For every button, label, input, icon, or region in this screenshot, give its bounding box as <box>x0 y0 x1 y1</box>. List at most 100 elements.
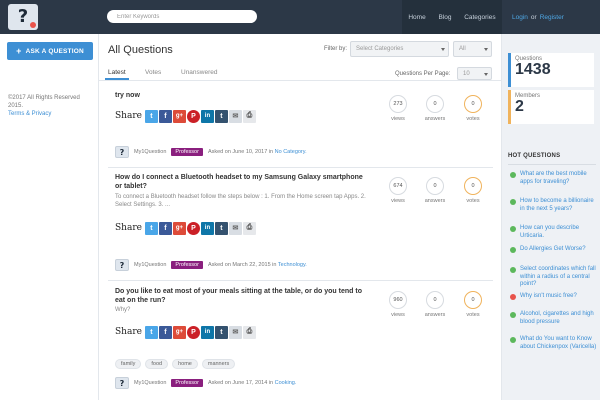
views-count: 674 <box>389 177 407 195</box>
email-icon[interactable]: ✉ <box>228 325 242 339</box>
tab-unanswered[interactable]: Unanswered <box>181 69 218 76</box>
twitter-icon[interactable]: t <box>144 325 158 339</box>
print-icon[interactable]: ⎙ <box>242 221 256 235</box>
register-link[interactable]: Register <box>540 14 564 21</box>
linkedin-icon[interactable]: in <box>200 109 214 123</box>
date-value: March 22, 2015 <box>232 262 271 268</box>
divider <box>108 167 493 168</box>
divider <box>508 164 596 165</box>
nav-categories[interactable]: Categories <box>464 14 495 21</box>
per-page-select[interactable]: 10 <box>457 67 492 80</box>
votes-count: 0 <box>464 291 482 309</box>
facebook-icon[interactable]: f <box>158 221 172 235</box>
email-icon[interactable]: ✉ <box>228 221 242 235</box>
pinterest-icon[interactable]: P <box>186 325 200 339</box>
print-icon[interactable]: ⎙ <box>242 109 256 123</box>
facebook-icon[interactable]: f <box>158 325 172 339</box>
answers-stat: 0 answers <box>420 291 450 318</box>
print-icon[interactable]: ⎙ <box>242 325 256 339</box>
votes-stat: 0 votes <box>458 177 488 204</box>
asked-on-label: Asked on <box>207 149 231 155</box>
asked-date: Asked on June 10, 2017 in No Category. <box>208 149 307 155</box>
asked-date: Asked on March 22, 2015 in Technology. <box>208 262 307 268</box>
answers-count: 0 <box>426 95 444 113</box>
avatar[interactable]: ? <box>115 377 129 389</box>
question-title[interactable]: try now <box>115 92 370 101</box>
hot-question-item[interactable]: What are the best mobile apps for travel… <box>510 171 598 186</box>
ask-question-button[interactable]: + ASK A QUESTION <box>7 42 93 60</box>
hot-question-item[interactable]: Why isn't music free? <box>510 293 598 301</box>
copyright: ©2017 All Rights Reserved 2015. Terms & … <box>8 94 96 118</box>
hot-question-text[interactable]: How to become a billionaire in the next … <box>520 198 598 213</box>
google-plus-icon[interactable]: g+ <box>172 221 186 235</box>
category-link[interactable]: Cooking. <box>275 380 297 386</box>
scope-select[interactable]: All <box>453 41 492 57</box>
share-bar: Share t f g+ P in t ✉ ⎙ <box>115 108 256 124</box>
terms-link[interactable]: Terms & Privacy <box>8 111 51 117</box>
tag-manners[interactable]: manners <box>201 359 236 369</box>
hot-question-text[interactable]: How can you describe Urticaria. <box>520 225 598 240</box>
category-select[interactable]: Select Categories <box>350 41 449 57</box>
chevron-down-icon <box>441 48 445 51</box>
votes-label: votes <box>466 116 480 122</box>
author-name[interactable]: My1Question <box>134 149 166 155</box>
hot-questions-title: HOT QUESTIONS <box>508 153 561 159</box>
linkedin-icon[interactable]: in <box>200 325 214 339</box>
tag-family[interactable]: family <box>115 359 142 369</box>
twitter-icon[interactable]: t <box>144 221 158 235</box>
tumblr-icon[interactable]: t <box>214 325 228 339</box>
linkedin-icon[interactable]: in <box>200 221 214 235</box>
nav-blog[interactable]: Blog <box>438 14 451 21</box>
hot-question-item[interactable]: Select coordinates which fall within a r… <box>510 266 598 289</box>
login-link[interactable]: Login <box>512 14 528 21</box>
category-link[interactable]: No Category. <box>275 149 307 155</box>
nav-home[interactable]: Home <box>408 14 425 21</box>
hot-question-text[interactable]: What are the best mobile apps for travel… <box>520 171 598 186</box>
per-page-label: Questions Per Page: <box>395 71 451 77</box>
avatar[interactable]: ? <box>115 259 129 271</box>
hot-question-text[interactable]: What do You want to Know about Chickenpo… <box>520 336 598 351</box>
tumblr-icon[interactable]: t <box>214 109 228 123</box>
tab-votes[interactable]: Votes <box>145 69 161 76</box>
share-label: Share <box>115 327 142 337</box>
hot-question-item[interactable]: How to become a billionaire in the next … <box>510 198 598 213</box>
asked-date: Asked on June 17, 2014 in Cooking. <box>208 380 296 386</box>
tab-latest[interactable]: Latest <box>105 69 129 80</box>
pinterest-icon[interactable]: P <box>186 221 200 235</box>
site-logo[interactable]: ? <box>8 4 38 30</box>
google-plus-icon[interactable]: g+ <box>172 109 186 123</box>
tag-food[interactable]: food <box>145 359 169 369</box>
question-mark-icon: ? <box>17 6 29 27</box>
questions-counter: Questions 1438 <box>508 53 594 87</box>
hot-question-text[interactable]: Do Allergies Get Worse? <box>520 246 586 254</box>
pinterest-icon[interactable]: P <box>186 109 200 123</box>
hot-question-text[interactable]: Select coordinates which fall within a r… <box>520 266 598 289</box>
votes-label: votes <box>466 198 480 204</box>
author-name[interactable]: My1Question <box>134 262 166 268</box>
tumblr-icon[interactable]: t <box>214 221 228 235</box>
question-title[interactable]: How do I connect a Bluetooth headset to … <box>115 174 370 191</box>
role-badge: Professor <box>171 379 203 387</box>
members-count: 2 <box>515 98 524 115</box>
author-name[interactable]: My1Question <box>134 380 166 386</box>
tag-home[interactable]: home <box>172 359 198 369</box>
hot-question-text[interactable]: Why isn't music free? <box>520 293 577 301</box>
google-plus-icon[interactable]: g+ <box>172 325 186 339</box>
hot-question-item[interactable]: How can you describe Urticaria. <box>510 225 598 240</box>
email-icon[interactable]: ✉ <box>228 109 242 123</box>
page-title: All Questions <box>108 44 173 56</box>
asked-on-label: Asked on <box>207 380 231 386</box>
questions-count: 1438 <box>515 61 551 78</box>
search-input[interactable] <box>107 10 257 23</box>
hot-question-item[interactable]: What do You want to Know about Chickenpo… <box>510 336 598 351</box>
avatar[interactable]: ? <box>115 146 129 158</box>
left-sidebar: + ASK A QUESTION ©2017 All Rights Reserv… <box>0 34 99 400</box>
hot-question-item[interactable]: Do Allergies Get Worse? <box>510 246 598 254</box>
in-label: in <box>272 262 277 268</box>
facebook-icon[interactable]: f <box>158 109 172 123</box>
category-link[interactable]: Technology. <box>278 262 307 268</box>
question-title[interactable]: Do you like to eat most of your meals si… <box>115 288 370 305</box>
twitter-icon[interactable]: t <box>144 109 158 123</box>
hot-question-item[interactable]: Alcohol, cigarettes and high blood press… <box>510 311 598 326</box>
hot-question-text[interactable]: Alcohol, cigarettes and high blood press… <box>520 311 598 326</box>
